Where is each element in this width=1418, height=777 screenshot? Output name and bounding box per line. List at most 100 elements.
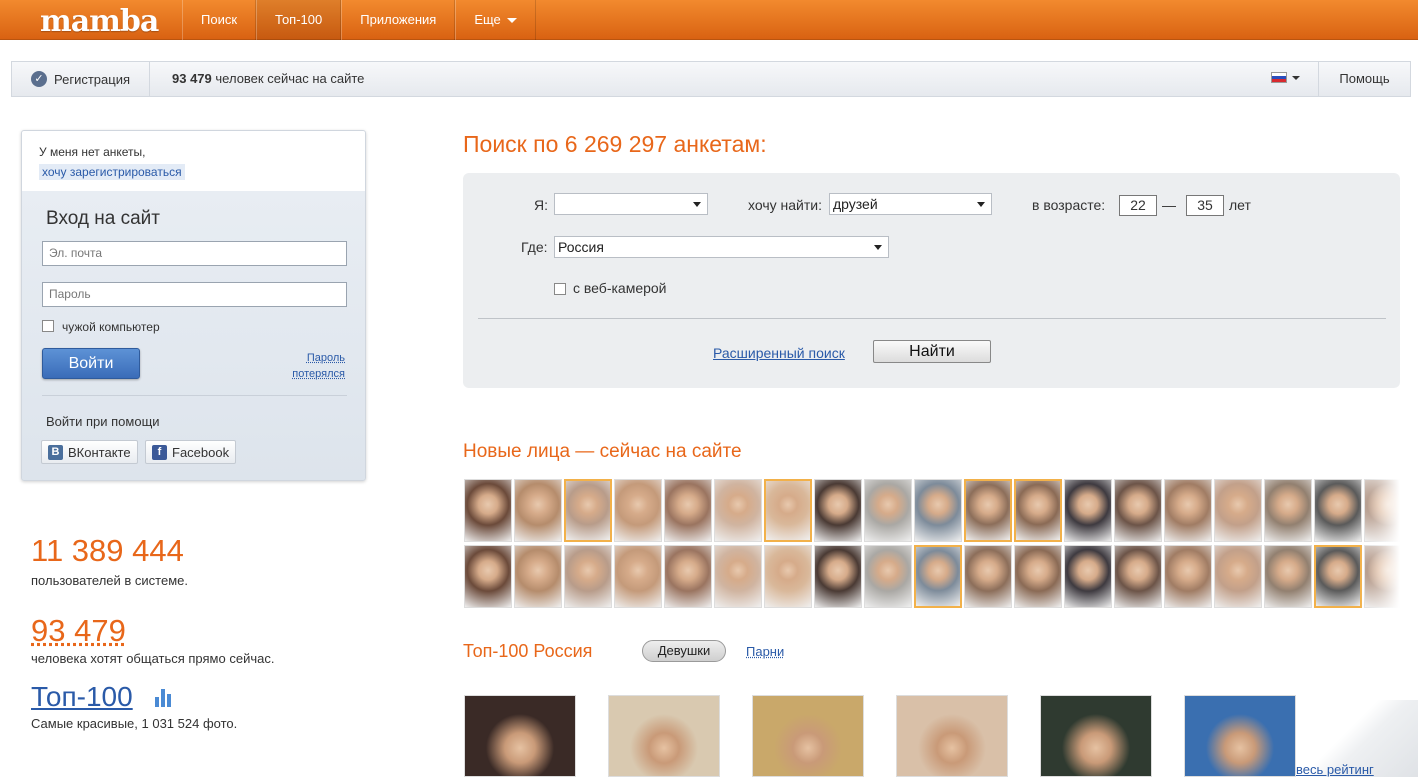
location-select[interactable]: Россия xyxy=(554,236,889,258)
new-face-thumbnail[interactable] xyxy=(514,479,562,542)
new-face-thumbnail[interactable] xyxy=(1214,479,1262,542)
new-face-thumbnail[interactable] xyxy=(964,545,1012,608)
mamba-logo[interactable]: mamba xyxy=(40,4,159,39)
new-face-thumbnail[interactable] xyxy=(1264,545,1312,608)
new-face-thumbnail[interactable] xyxy=(814,479,862,542)
search-divider xyxy=(478,318,1386,319)
help-button[interactable]: Помощь xyxy=(1318,62,1410,96)
new-face-thumbnail[interactable] xyxy=(914,545,962,608)
top100-photo[interactable] xyxy=(608,695,720,777)
vk-icon: B xyxy=(48,444,63,460)
users-count: 11 389 444 xyxy=(31,533,184,568)
nav-search[interactable]: Поиск xyxy=(182,0,257,40)
chevron-down-icon xyxy=(693,202,701,207)
age-from-input[interactable]: 22 xyxy=(1119,195,1157,216)
age-label: в возрасте: xyxy=(1032,197,1106,213)
sub-bar: ✓ Регистрация 93 479 человек сейчас на с… xyxy=(11,61,1411,97)
new-face-thumbnail[interactable] xyxy=(664,545,712,608)
new-face-thumbnail[interactable] xyxy=(764,479,812,542)
age-to-input[interactable]: 35 xyxy=(1186,195,1224,216)
new-face-thumbnail[interactable] xyxy=(1264,479,1312,542)
new-face-thumbnail[interactable] xyxy=(914,479,962,542)
top100-photo[interactable] xyxy=(752,695,864,777)
new-face-thumbnail[interactable] xyxy=(1164,545,1212,608)
register-button[interactable]: ✓ Регистрация xyxy=(12,62,150,96)
top100-photo[interactable] xyxy=(1040,695,1152,777)
new-face-thumbnail[interactable] xyxy=(864,479,912,542)
new-faces-title: Новые лица — сейчас на сайте xyxy=(463,441,742,462)
new-face-thumbnail[interactable] xyxy=(564,545,612,608)
lost-password-link[interactable]: Пароль потерялся xyxy=(292,350,345,382)
nav-search-label: Поиск xyxy=(201,12,238,27)
nav-more[interactable]: Еще xyxy=(455,0,536,40)
register-label: Регистрация xyxy=(54,71,130,87)
new-face-thumbnail[interactable] xyxy=(614,545,662,608)
nav-apps[interactable]: Приложения xyxy=(341,0,456,40)
top100-link[interactable]: Топ-100 xyxy=(31,681,133,713)
new-face-thumbnail[interactable] xyxy=(1064,545,1112,608)
password-input[interactable]: Пароль xyxy=(42,282,347,307)
online-counter: 93 479 человек сейчас на сайте xyxy=(172,62,364,96)
looking-for-select[interactable]: друзей xyxy=(829,193,992,215)
email-input[interactable]: Эл. почта xyxy=(42,241,347,266)
foreign-computer-label: чужой компьютер xyxy=(62,320,160,334)
top100-photo[interactable] xyxy=(1184,695,1296,777)
new-face-thumbnail[interactable] xyxy=(514,545,562,608)
foreign-computer-checkbox[interactable] xyxy=(42,320,54,332)
new-face-thumbnail[interactable] xyxy=(1314,479,1362,542)
new-face-thumbnail[interactable] xyxy=(764,545,812,608)
gender-select[interactable] xyxy=(554,193,708,215)
top-nav-bar: mamba Поиск Топ-100 Приложения Еще xyxy=(0,0,1418,40)
top100-photo[interactable] xyxy=(896,695,1008,777)
top100-photo[interactable] xyxy=(464,695,576,777)
new-face-thumbnail[interactable] xyxy=(464,545,512,608)
chevron-down-icon xyxy=(1292,75,1300,80)
new-face-thumbnail[interactable] xyxy=(1164,479,1212,542)
new-face-thumbnail[interactable] xyxy=(714,479,762,542)
location-value: Россия xyxy=(558,239,604,255)
login-title: Вход на сайт xyxy=(46,208,160,229)
login-button[interactable]: Войти xyxy=(42,348,140,379)
new-face-thumbnail[interactable] xyxy=(864,545,912,608)
online-now-text: человека хотят общаться прямо сейчас. xyxy=(31,651,275,666)
register-link[interactable]: хочу зарегистрироваться xyxy=(39,164,185,180)
new-face-thumbnail[interactable] xyxy=(1114,479,1162,542)
find-button[interactable]: Найти xyxy=(873,340,991,363)
new-face-thumbnail[interactable] xyxy=(1014,545,1062,608)
where-label: Где: xyxy=(521,239,548,255)
lost-line1: Пароль xyxy=(306,352,345,364)
online-now-count[interactable]: 93 479 xyxy=(31,613,126,649)
language-selector[interactable] xyxy=(1271,72,1300,83)
new-face-thumbnail[interactable] xyxy=(814,545,862,608)
facebook-login-button[interactable]: f Facebook xyxy=(145,440,237,464)
new-face-thumbnail[interactable] xyxy=(614,479,662,542)
bar-chart-icon xyxy=(155,689,175,707)
new-face-thumbnail[interactable] xyxy=(714,545,762,608)
search-form: Я: хочу найти: друзей в возрасте: 22 — 3… xyxy=(463,173,1400,388)
age-unit: лет xyxy=(1229,197,1251,213)
all-rating-link[interactable]: весь рейтинг xyxy=(1296,762,1374,777)
new-face-thumbnail[interactable] xyxy=(564,479,612,542)
new-face-thumbnail[interactable] xyxy=(464,479,512,542)
new-face-thumbnail[interactable] xyxy=(1064,479,1112,542)
new-face-thumbnail[interactable] xyxy=(1114,545,1162,608)
new-face-thumbnail[interactable] xyxy=(1214,545,1262,608)
webcam-label: с веб-камерой xyxy=(573,280,667,296)
nav-top100[interactable]: Топ-100 xyxy=(256,0,342,40)
age-dash: — xyxy=(1162,197,1176,213)
users-text: пользователей в системе. xyxy=(31,573,188,588)
social-login-label: Войти при помощи xyxy=(46,414,160,429)
advanced-search-link[interactable]: Расширенный поиск xyxy=(713,345,845,361)
webcam-checkbox[interactable] xyxy=(554,283,566,295)
tab-girls[interactable]: Девушки xyxy=(642,640,726,662)
no-profile-text: У меня нет анкеты, xyxy=(39,145,146,159)
main-nav: Поиск Топ-100 Приложения Еще xyxy=(182,0,536,40)
new-face-thumbnail[interactable] xyxy=(1314,545,1362,608)
vk-login-button[interactable]: B ВКонтакте xyxy=(41,440,138,464)
nav-top100-label: Топ-100 xyxy=(275,12,323,27)
check-icon: ✓ xyxy=(31,71,47,87)
new-face-thumbnail[interactable] xyxy=(964,479,1012,542)
tab-boys[interactable]: Парни xyxy=(746,644,784,659)
new-face-thumbnail[interactable] xyxy=(1014,479,1062,542)
new-face-thumbnail[interactable] xyxy=(664,479,712,542)
